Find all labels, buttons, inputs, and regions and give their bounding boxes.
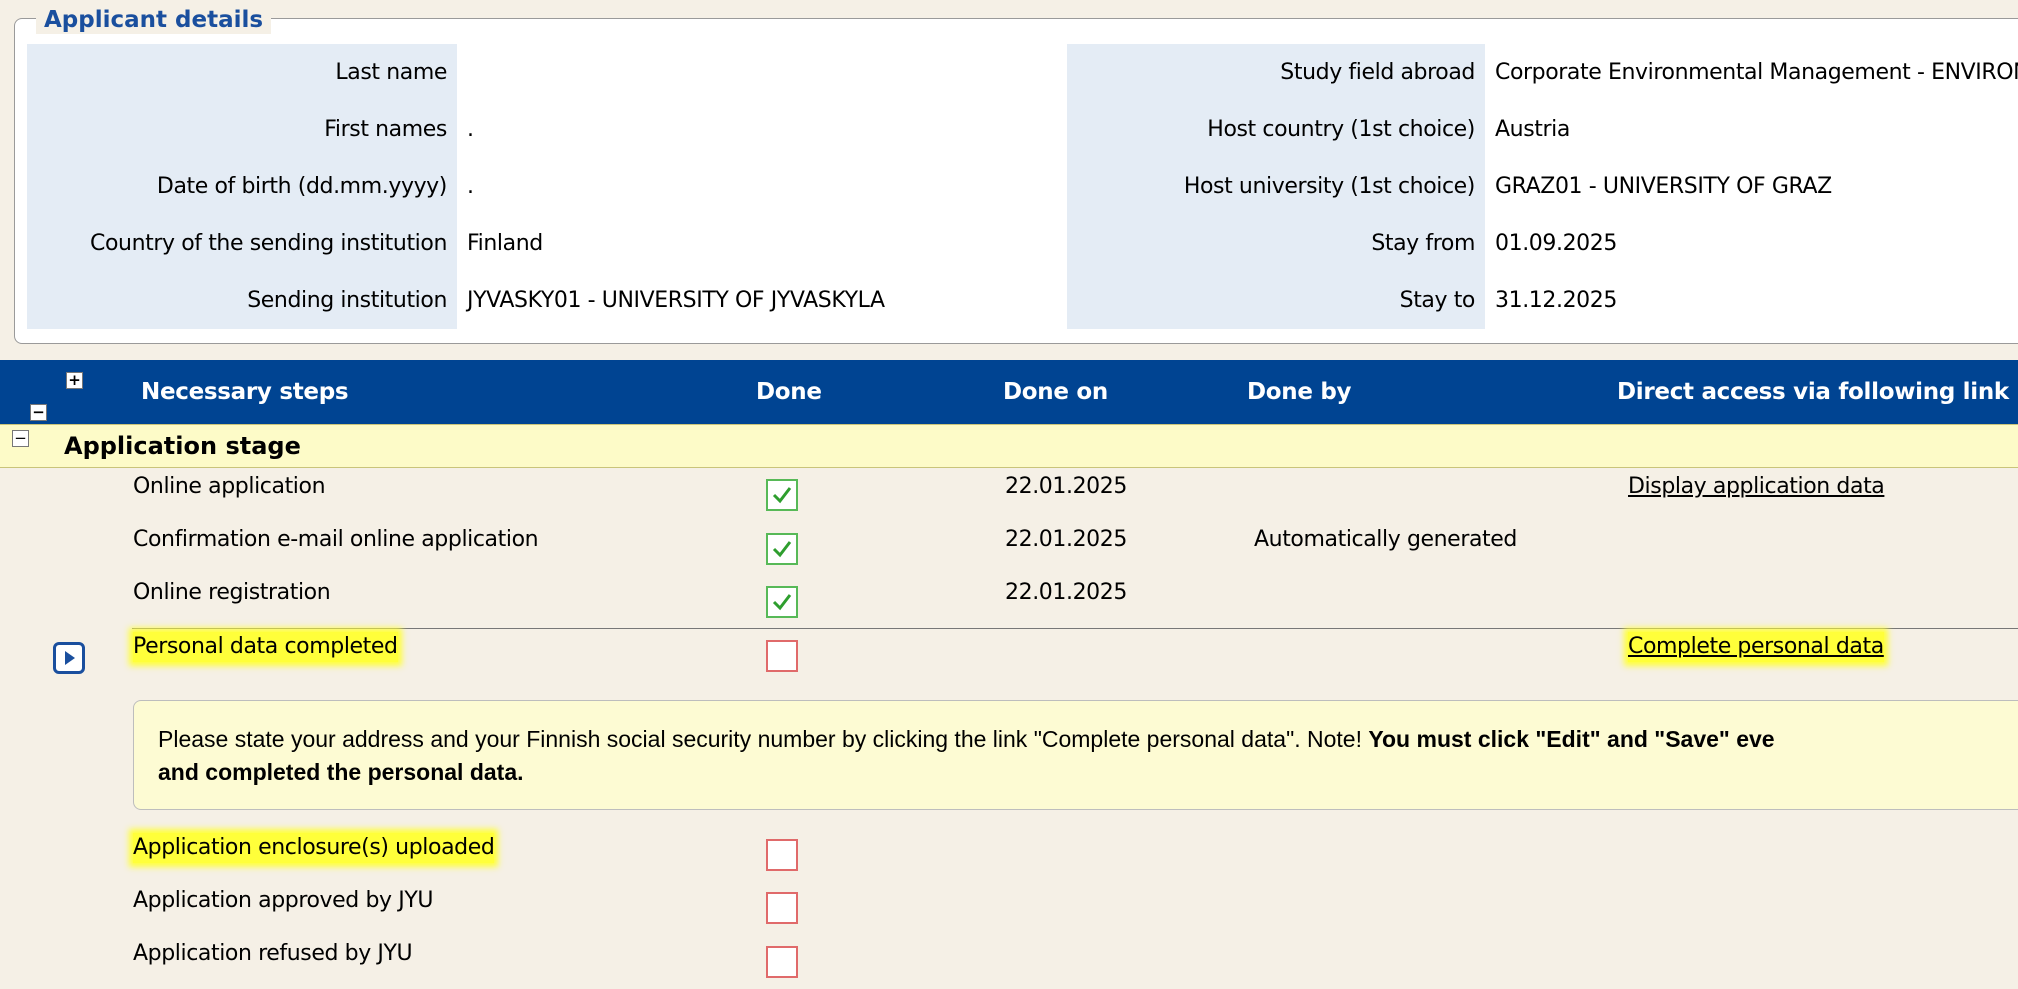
current-step-play-icon[interactable] (53, 642, 85, 674)
display-application-data-link[interactable]: Display application data (1628, 472, 1885, 502)
last-name-label: Last name (27, 44, 457, 101)
header-direct-access: Direct access via following link (1617, 379, 2009, 405)
host-university-value: GRAZ01 - UNIVERSITY OF GRAZ (1495, 174, 1832, 199)
stay-from-label: Stay from (1067, 215, 1485, 272)
host-country-value: Austria (1495, 117, 1570, 142)
personal-data-note: Please state your address and your Finni… (133, 700, 2018, 810)
sending-institution-label: Sending institution (27, 272, 457, 329)
current-step-divider (132, 628, 2018, 629)
application-stage-label: Application stage (64, 432, 301, 460)
date-of-birth-value: . (467, 174, 474, 199)
step-done-by: Automatically generated (1254, 527, 1517, 552)
expand-all-icon[interactable]: + (66, 372, 83, 389)
host-country-label: Host country (1st choice) (1067, 101, 1485, 158)
not-done-checkbox (766, 946, 798, 978)
done-checkbox (766, 586, 798, 618)
applicant-details-panel: Last name First names . Date of birth (d… (14, 18, 2018, 344)
stage-collapse-icon[interactable]: − (12, 430, 29, 447)
step-personal-data-completed: Personal data completed (133, 632, 398, 662)
sending-country-value: Finland (467, 231, 543, 256)
host-university-label: Host university (1st choice) (1067, 158, 1485, 215)
first-names-value: . (467, 117, 474, 142)
done-checkbox (766, 479, 798, 511)
date-of-birth-label: Date of birth (dd.mm.yyyy) (27, 158, 457, 215)
step-done-on: 22.01.2025 (1005, 580, 1127, 605)
step-done-on: 22.01.2025 (1005, 527, 1127, 552)
study-field-label: Study field abroad (1067, 44, 1485, 101)
steps-table-header: Necessary steps Done Done on Done by Dir… (0, 360, 2018, 424)
step-online-application: Online application (133, 474, 326, 499)
applicant-details-legend: Applicant details (36, 6, 272, 34)
collapse-all-icon[interactable]: − (30, 404, 47, 421)
step-application-refused: Application refused by JYU (133, 941, 413, 966)
header-done: Done (756, 379, 822, 405)
sending-country-label: Country of the sending institution (27, 215, 457, 272)
step-confirmation-email: Confirmation e-mail online application (133, 527, 539, 552)
step-done-on: 22.01.2025 (1005, 474, 1127, 499)
application-stage-row (0, 424, 2018, 468)
header-necessary-steps: Necessary steps (141, 379, 349, 405)
header-done-by: Done by (1247, 379, 1352, 405)
not-done-checkbox (766, 640, 798, 672)
note-text: Please state your address and your Finni… (158, 726, 1369, 752)
not-done-checkbox (766, 892, 798, 924)
checkmark-icon (772, 541, 792, 558)
first-names-label: First names (27, 101, 457, 158)
header-done-on: Done on (1003, 379, 1108, 405)
study-field-value: Corporate Environmental Management - ENV… (1495, 60, 2018, 85)
stay-from-value: 01.09.2025 (1495, 231, 1617, 256)
step-enclosures-uploaded: Application enclosure(s) uploaded (133, 833, 495, 863)
sending-institution-value: JYVASKY01 - UNIVERSITY OF JYVASKYLA (467, 288, 885, 313)
checkmark-icon (772, 487, 792, 504)
stay-to-label: Stay to (1067, 272, 1485, 329)
stay-to-value: 31.12.2025 (1495, 288, 1617, 313)
complete-personal-data-link[interactable]: Complete personal data (1628, 632, 1884, 662)
step-online-registration: Online registration (133, 580, 331, 605)
note-bold-text: You must click "Edit" and "Save" eve (1368, 726, 1775, 752)
step-application-approved: Application approved by JYU (133, 888, 434, 913)
last-name-value (457, 44, 1037, 101)
not-done-checkbox (766, 839, 798, 871)
checkmark-icon (772, 594, 792, 611)
done-checkbox (766, 533, 798, 565)
note-bold-text-continued: and completed the personal data. (158, 759, 524, 785)
